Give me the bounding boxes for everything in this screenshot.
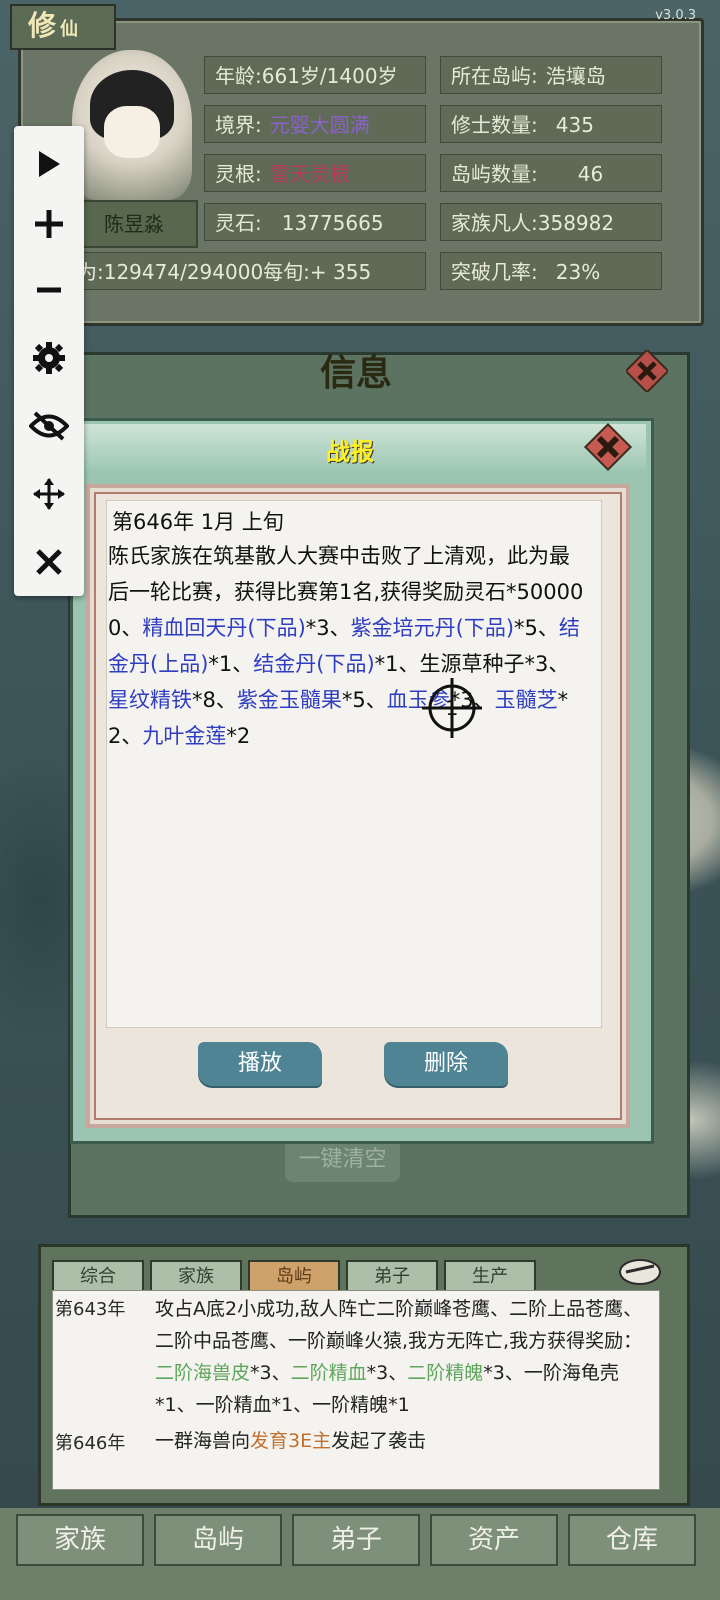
report-close-icon[interactable] [582,422,634,472]
play-button[interactable]: 播放 [198,1042,322,1086]
minus-icon[interactable] [14,258,84,322]
crosshair-icon: 1 [422,678,482,738]
nav-islands[interactable]: 岛屿 [154,1514,282,1566]
log-entry: 一群海兽向发育3E主发起了袭击 [155,1430,427,1452]
nav-warehouse[interactable]: 仓库 [568,1514,696,1566]
mortals-cell: 家族凡人:358982 [440,203,662,241]
tab-family[interactable]: 家族 [150,1260,242,1292]
app-title: 修仙 [10,4,116,50]
age-cell: 年龄:661岁/1400岁 [204,56,426,94]
cultivation-cell: 修为:129474/294000每旬:+ 355 [46,252,426,290]
crosshair-number: 1 [446,696,459,720]
report-date: 第646年 1月 上旬 [112,510,284,534]
log-list: 第643年 攻占A底2小成功,敌人阵亡二阶巅峰苍鹰、二阶上品苍鹰、二阶中品苍鹰、… [52,1290,660,1490]
report-body: 陈氏家族在筑基散人大赛中击败了上清观，此为最后一轮比赛，获得比赛第1名,获得奖励… [108,544,584,748]
tab-general[interactable]: 综合 [52,1260,144,1292]
log-year: 第643年 [55,1299,126,1320]
plus-icon[interactable] [14,192,84,256]
nav-family[interactable]: 家族 [16,1514,144,1566]
settings-gear-icon[interactable] [14,326,84,390]
nav-assets[interactable]: 资产 [430,1514,558,1566]
stones-cell: 灵石: 13775665 [204,203,426,241]
broom-icon[interactable] [616,1252,664,1288]
hide-eye-icon[interactable] [14,394,84,458]
tab-disciples[interactable]: 弟子 [346,1260,438,1292]
root-cell: 灵根: 雷天灵根 [204,154,426,192]
log-year: 第646年 [55,1433,126,1454]
move-icon[interactable] [14,462,84,526]
avatar[interactable] [72,50,192,200]
close-icon[interactable] [14,530,84,594]
tab-islands[interactable]: 岛屿 [248,1260,340,1292]
cultivators-cell: 修士数量: 435 [440,105,662,143]
play-icon[interactable] [14,132,84,196]
islands-cell: 岛屿数量: 46 [440,154,662,192]
realm-cell: 境界: 元婴大圆满 [204,105,426,143]
log-entry: 攻占A底2小成功,敌人阵亡二阶巅峰苍鹰、二阶上品苍鹰、二阶中品苍鹰、一阶巅峰火猿… [155,1298,643,1416]
tab-production[interactable]: 生产 [444,1260,536,1292]
floating-toolbar [14,126,84,596]
nav-disciples[interactable]: 弟子 [292,1514,420,1566]
character-name: 陈昱淼 [70,200,198,248]
report-title: 战报 [326,438,374,466]
island-cell: 所在岛屿: 浩壤岛 [440,56,662,94]
clear-all-button[interactable]: 一键清空 [285,1138,400,1182]
info-title: 信息 [320,352,393,394]
breakthrough-cell: 突破几率: 23% [440,252,662,290]
delete-button[interactable]: 删除 [384,1042,508,1086]
version-label: v3.0.3 [655,8,696,23]
info-close-icon[interactable] [626,350,668,392]
